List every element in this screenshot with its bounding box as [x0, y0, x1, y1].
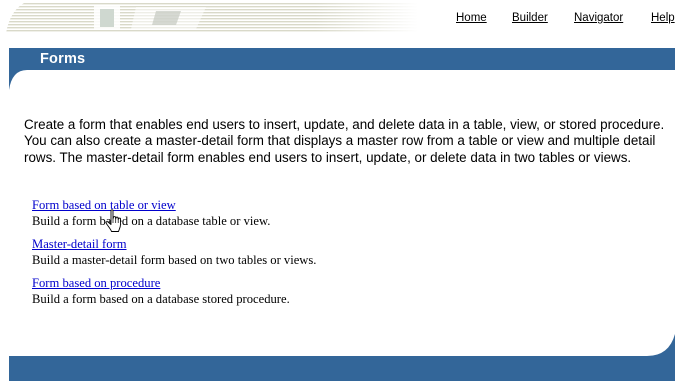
navigator-link[interactable]: Navigator — [574, 12, 623, 24]
page-title: Forms — [40, 51, 86, 67]
option-description: Build a form based on a database table o… — [32, 214, 271, 228]
form-procedure-link[interactable]: Form based on procedure — [32, 275, 160, 291]
help-link[interactable]: Help — [651, 12, 675, 24]
logo-banner — [6, 3, 418, 33]
home-link[interactable]: Home — [456, 12, 487, 24]
title-banner — [9, 48, 675, 90]
footer-banner — [9, 334, 675, 381]
option-description: Build a master-detail form based on two … — [32, 253, 317, 267]
option-description: Build a form based on a database stored … — [32, 292, 290, 306]
top-bar: Home Builder Navigator Help — [0, 0, 675, 36]
form-options-list: Form based on table or view Build a form… — [32, 197, 552, 314]
option-procedure: Form based on procedure Build a form bas… — [32, 275, 552, 307]
option-table-or-view: Form based on table or view Build a form… — [32, 197, 552, 229]
intro-text: Create a form that enables end users to … — [24, 117, 665, 165]
master-detail-link[interactable]: Master-detail form — [32, 236, 127, 252]
form-table-view-link[interactable]: Form based on table or view — [32, 197, 176, 213]
builder-link[interactable]: Builder — [512, 12, 548, 24]
option-master-detail: Master-detail form Build a master-detail… — [32, 236, 552, 268]
